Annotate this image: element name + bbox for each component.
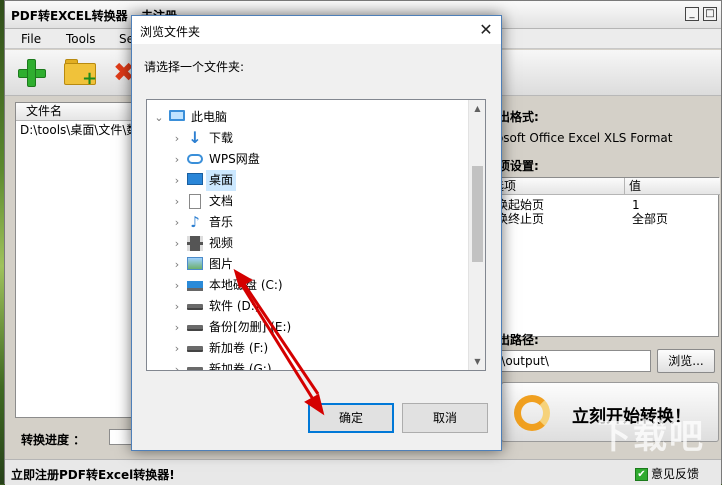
dialog-title: 浏览文件夹 [140,25,201,39]
document-icon [189,194,201,209]
drive-icon [187,325,203,331]
add-file-button[interactable] [15,57,49,89]
drive-icon [187,346,203,352]
status-bar: 立即注册PDF转Excel转换器! ✔ 意见反馈 [5,459,721,485]
dialog-prompt: 请选择一个文件夹: [144,60,245,74]
cloud-icon [187,154,203,164]
feedback-label: 意见反馈 [651,467,700,481]
drive-icon [187,367,203,370]
download-icon: ↓ [188,128,202,147]
output-path-field[interactable]: D:\output\ [488,350,651,372]
chevron-right-icon[interactable]: › [171,275,183,296]
chevron-right-icon[interactable]: › [171,317,183,338]
options-col-option: 选项 [488,178,624,195]
options-table[interactable]: 选项 值 转换起始页 1 转换终止页 全部页 [484,177,720,337]
chevron-right-icon[interactable]: › [171,254,183,275]
options-col-value: 值 [624,178,720,195]
close-icon[interactable]: ✕ [471,16,501,44]
register-link[interactable]: 立即注册PDF转Excel转换器! [11,466,175,483]
refresh-icon [514,395,550,431]
desktop-icon [187,173,203,185]
cancel-button[interactable]: 取消 [402,403,488,433]
feedback-link[interactable]: ✔ 意见反馈 [635,465,699,482]
file-list-header-filename[interactable]: 文件名 [16,103,138,121]
chevron-right-icon[interactable]: › [171,359,183,370]
option-end-page-value[interactable]: 全部页 [632,212,668,226]
chevron-right-icon[interactable]: › [171,296,183,317]
ok-button[interactable]: 确定 [308,403,394,433]
chevron-right-icon[interactable]: › [171,212,183,233]
scroll-down-icon[interactable]: ▼ [469,353,485,370]
maximize-button[interactable]: □ [703,7,717,21]
add-folder-button[interactable]: + [63,57,97,89]
system-drive-icon [187,281,203,291]
list-item[interactable]: D:\tools\桌面\文件\数 [16,121,138,139]
progress-label: 转换进度 ： [21,433,86,447]
chevron-right-icon[interactable]: › [171,128,183,149]
drive-icon [187,304,203,310]
browse-button[interactable]: 浏览... [657,349,715,373]
file-list[interactable]: 文件名 D:\tools\桌面\文件\数 [15,102,139,418]
video-icon [187,236,203,251]
minimize-button[interactable]: _ [685,7,699,21]
chevron-right-icon[interactable]: › [171,170,183,191]
computer-icon [169,110,185,121]
chevron-right-icon[interactable]: › [171,338,183,359]
chevron-right-icon[interactable]: › [171,233,183,254]
checkmark-icon: ✔ [635,468,648,481]
watermark-logo: 下载吧 [597,417,705,457]
scroll-up-icon[interactable]: ▲ [469,100,485,117]
scrollbar-thumb[interactable] [472,166,483,262]
tree-scrollbar[interactable]: ▲ ▼ [468,100,485,370]
chevron-down-icon[interactable]: ⌄ [153,107,165,128]
chevron-right-icon[interactable]: › [171,191,183,212]
chevron-right-icon[interactable]: › [171,149,183,170]
menu-file[interactable]: File [21,32,41,46]
music-icon: ♪ [190,213,200,231]
option-start-page-value[interactable]: 1 [632,198,640,212]
pictures-icon [187,257,203,270]
browse-folder-dialog: 浏览文件夹 ✕ 请选择一个文件夹: ⌄ 此电脑 › ↓ 下载 › WPS网盘 ›… [131,15,502,451]
menu-tools[interactable]: Tools [66,32,96,46]
dialog-titlebar: 浏览文件夹 ✕ [132,16,501,44]
folder-tree[interactable]: ⌄ 此电脑 › ↓ 下载 › WPS网盘 › 桌面 › 文档 › ♪ 音乐 › … [146,99,486,371]
settings-panel: 输出格式: Microsoft Office Excel XLS Format … [471,102,722,442]
